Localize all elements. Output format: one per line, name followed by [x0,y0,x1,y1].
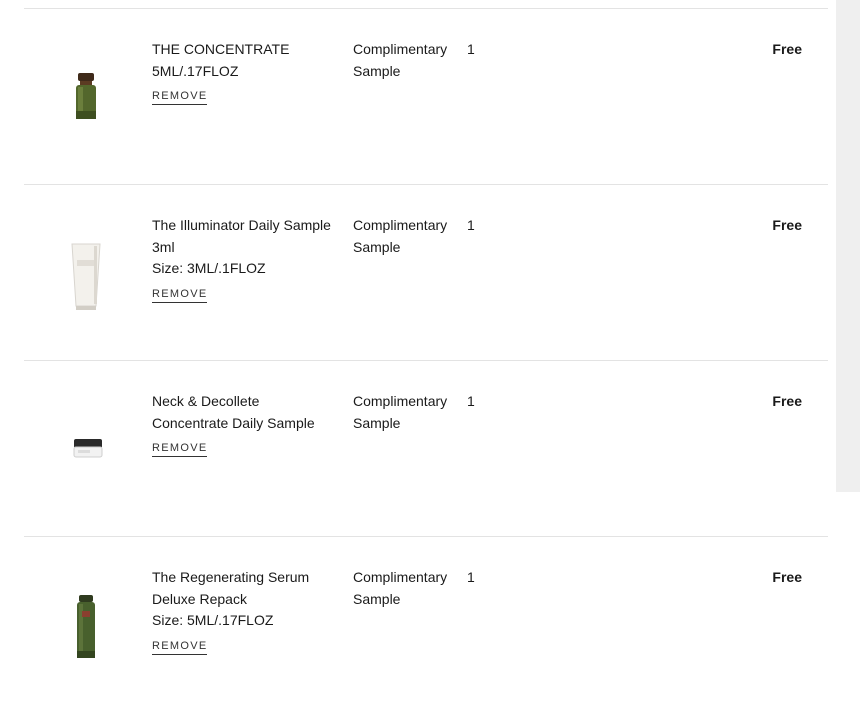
remove-button[interactable]: REMOVE [152,287,208,303]
item-quantity: 1 [467,41,475,57]
product-image-white-tube[interactable] [64,240,108,320]
product-image-cream-jar[interactable] [64,421,108,501]
cart-item-row: The Regenerating Serum Deluxe Repack Siz… [24,536,828,707]
product-name-line[interactable]: The Illuminator Daily Sample [152,215,352,237]
cart-item-row: The Illuminator Daily Sample 3ml Size: 3… [24,184,828,360]
product-name-line[interactable]: Deluxe Repack [152,589,352,611]
remove-button[interactable]: REMOVE [152,639,208,655]
product-size-line: Size: 3ML/.1FLOZ [152,260,266,276]
cart-item-row: Neck & Decollete Concentrate Daily Sampl… [24,360,828,536]
cart-item-row: THE CONCENTRATE 5ML/.17FLOZ REMOVE Compl… [24,8,828,184]
item-type-line: Complimentary [353,41,448,57]
product-name-line[interactable]: 3ml [152,237,352,259]
product-image-tall-green-bottle[interactable] [64,595,108,675]
scrollbar-track[interactable] [836,0,860,492]
product-name-line[interactable]: THE CONCENTRATE [152,39,352,61]
product-name-line[interactable]: Concentrate Daily Sample [152,413,352,435]
item-type-line: Complimentary [353,217,448,233]
product-size-line: Size: 5ML/.17FLOZ [152,612,274,628]
cart-item-list: THE CONCENTRATE 5ML/.17FLOZ REMOVE Compl… [24,8,828,707]
item-quantity: 1 [467,393,475,409]
item-type-line: Sample [353,238,401,255]
remove-button[interactable]: REMOVE [152,441,208,457]
product-name-line[interactable]: The Regenerating Serum [152,567,352,589]
product-name-line[interactable]: Neck & Decollete [152,391,352,413]
item-price: Free [772,217,802,233]
remove-button[interactable]: REMOVE [152,89,208,105]
item-quantity: 1 [467,217,475,233]
item-type-line: Sample [353,414,401,431]
product-image-green-serum-bottle[interactable] [64,73,108,153]
product-size-line: 5ML/.17FLOZ [152,62,239,79]
item-type-line: Complimentary [353,569,448,585]
item-price: Free [772,569,802,585]
item-price: Free [772,393,802,409]
item-type-line: Sample [353,590,401,607]
item-type-line: Sample [353,62,401,79]
item-type-line: Complimentary [353,393,448,409]
item-quantity: 1 [467,569,475,585]
item-price: Free [772,41,802,57]
